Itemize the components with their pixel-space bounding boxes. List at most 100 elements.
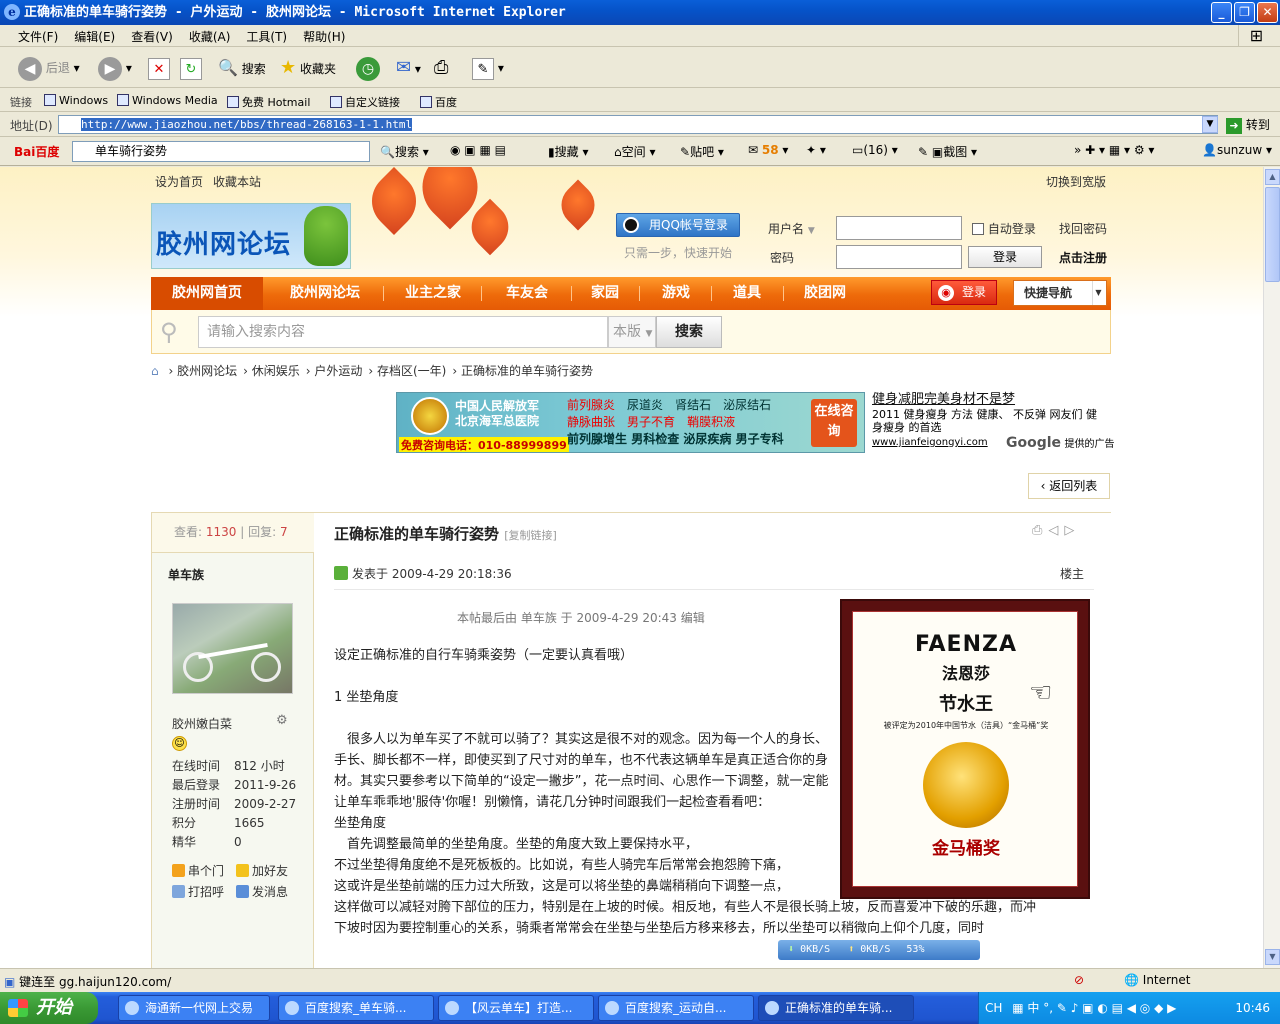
start-button[interactable]: 开始 <box>0 992 98 1024</box>
vertical-scrollbar[interactable]: ▲ ▼ <box>1263 167 1280 968</box>
menu-favorites[interactable]: 收藏(A) <box>181 25 239 45</box>
history-button[interactable]: ◷ <box>356 54 380 82</box>
task-haitong[interactable]: 海通新一代网上交易 <box>118 995 270 1021</box>
author-name[interactable]: 单车族 <box>168 566 204 583</box>
refresh-button[interactable]: ↻ <box>180 54 202 82</box>
scroll-down-icon[interactable]: ▼ <box>1265 949 1280 965</box>
set-homepage-link[interactable]: 设为首页 <box>155 175 203 189</box>
profile-card-icon[interactable]: ⚙ <box>276 713 288 728</box>
baidu-tools-icons[interactable]: ◉ ▣ ▦ ▤ <box>450 143 506 157</box>
stop-button[interactable]: ✕ <box>148 54 170 82</box>
next-thread-icon[interactable]: ▷ <box>1064 523 1080 538</box>
nav-car-club[interactable]: 车友会 <box>489 277 565 310</box>
menu-view[interactable]: 查看(V) <box>123 25 181 45</box>
task-baidu-search-1[interactable]: 百度搜索_单车骑... <box>278 995 434 1021</box>
go-button[interactable]: ➜ 转到 <box>1226 116 1270 134</box>
greet-button[interactable]: 打招呼 <box>172 883 224 900</box>
link-baidu[interactable]: 百度 <box>420 94 457 110</box>
baidu-search-button[interactable]: 🔍搜索 ▾ <box>380 143 429 160</box>
home-icon[interactable]: ⌂ <box>151 364 159 378</box>
nav-games[interactable]: 游戏 <box>647 277 705 310</box>
nav-group-buy[interactable]: 胶团网 <box>791 277 859 310</box>
task-fengyun[interactable]: 【风云单车】打造... <box>438 995 594 1021</box>
breadcrumb-archive[interactable]: 存档区(一年) <box>377 364 446 378</box>
username-label[interactable]: 用户名 ▼ <box>768 220 815 237</box>
edit-button[interactable]: ✎ ▾ <box>472 54 504 82</box>
scroll-thumb[interactable] <box>1265 187 1280 282</box>
baidu-space-button[interactable]: ⌂空间 ▾ <box>614 143 655 160</box>
print-button[interactable]: ⎙ <box>434 54 448 82</box>
link-hotmail[interactable]: 免费 Hotmail <box>227 94 310 110</box>
username-input[interactable] <box>836 216 962 240</box>
weibo-login-button[interactable]: ◉ 登录 <box>931 280 997 305</box>
search-scope-select[interactable]: 本版 ▼ <box>608 316 656 348</box>
minimize-button[interactable]: _ <box>1211 2 1232 23</box>
faenza-ad[interactable]: FAENZA 法恩莎 节水王 ☜ 被评定为2010年中国节水（洁具）“金马桶”奖… <box>840 599 1090 899</box>
nav-home[interactable]: 胶州网首页 <box>151 277 263 310</box>
google-ad[interactable]: 健身减肥完美身材不是梦 2011 健身瘦身 方法 健康、 不反弹 网友们 健身瘦… <box>872 393 1115 453</box>
language-indicator[interactable]: CH <box>985 1001 1002 1015</box>
menu-file[interactable]: 文件(F) <box>10 25 66 45</box>
task-current-page[interactable]: 正确标准的单车骑... <box>758 995 914 1021</box>
baidu-count-button[interactable]: ✉ 58 ▾ <box>748 143 788 157</box>
link-windows-media[interactable]: Windows Media <box>117 94 218 107</box>
nav-owners[interactable]: 业主之家 <box>391 277 475 310</box>
nav-home-space[interactable]: 家园 <box>579 277 631 310</box>
link-custom[interactable]: 自定义链接 <box>330 94 400 110</box>
nav-forum[interactable]: 胶州网论坛 <box>271 277 379 310</box>
menu-edit[interactable]: 编辑(E) <box>66 25 123 45</box>
link-windows[interactable]: Windows <box>44 94 108 107</box>
floor-label[interactable]: 楼主 <box>1060 565 1084 582</box>
address-input[interactable]: http://www.jiaozhou.net/bbs/thread-26816… <box>58 115 1218 134</box>
nav-props[interactable]: 道具 <box>719 277 775 310</box>
back-button[interactable]: ◀ 后退 ▾ <box>18 54 80 82</box>
site-logo[interactable]: 胶州网论坛 <box>151 203 351 269</box>
consult-button[interactable]: 在线咨询 <box>811 399 857 447</box>
hospital-ad-banner[interactable]: 中国人民解放军 北京海军总医院 免费咨询电话：010-88999899 前列腺炎 … <box>396 392 865 453</box>
baidu-user-button[interactable]: 👤sunzuw ▾ <box>1202 143 1272 157</box>
baidu-mail-button[interactable]: ▭(16) ▾ <box>852 143 898 157</box>
close-button[interactable]: ✕ <box>1257 2 1278 23</box>
task-baidu-search-2[interactable]: 百度搜索_运动自... <box>598 995 754 1021</box>
password-input[interactable] <box>836 245 962 269</box>
back-to-list-button[interactable]: ‹ 返回列表 <box>1028 473 1110 499</box>
widescreen-link[interactable]: 切换到宽版 <box>1046 173 1106 190</box>
auto-login-checkbox[interactable]: 自动登录 <box>972 220 1036 237</box>
send-message-button[interactable]: 发消息 <box>236 883 288 900</box>
baidu-favorite-button[interactable]: ▮搜藏 ▾ <box>548 143 588 160</box>
tray-icons[interactable]: ▦ 中 °, ✎ ♪ ▣ ◐ ▤ ◀ ◎ ◆ ▶ <box>1012 1001 1176 1015</box>
restore-button[interactable]: ❐ <box>1234 2 1255 23</box>
avatar[interactable] <box>172 603 293 694</box>
baidu-settings-icons[interactable]: » ✚ ▾ ▦ ▾ ⚙ ▾ <box>1074 143 1154 157</box>
baidu-tieba-button[interactable]: ✎贴吧 ▾ <box>680 143 724 160</box>
copy-link[interactable]: [复制链接] <box>504 529 557 542</box>
quick-nav-button[interactable]: 快捷导航 ▼ <box>1013 280 1107 306</box>
baidu-screenshot-button[interactable]: ✎ ▣截图 ▾ <box>918 143 977 160</box>
breadcrumb-leisure[interactable]: 休闲娱乐 <box>252 364 300 378</box>
favorites-button[interactable]: ★ 收藏夹 <box>280 54 336 82</box>
forum-search-input[interactable]: 请输入搜索内容 <box>198 316 608 348</box>
breadcrumb-forum[interactable]: 胶州网论坛 <box>177 364 237 378</box>
prev-thread-icon[interactable]: ◁ <box>1048 523 1064 538</box>
scroll-up-icon[interactable]: ▲ <box>1265 169 1280 185</box>
baidu-extra-button[interactable]: ✦ ▾ <box>806 143 826 157</box>
forward-button[interactable]: ▶ ▾ <box>98 54 132 82</box>
breadcrumb-outdoor[interactable]: 户外运动 <box>314 364 362 378</box>
mail-button[interactable]: ✉ ▾ <box>396 54 421 82</box>
search-button[interactable]: 🔍 搜索 <box>218 54 266 82</box>
baidu-search-input[interactable]: 单车骑行姿势 <box>72 141 370 162</box>
login-button[interactable]: 登录 <box>968 246 1042 268</box>
menu-help[interactable]: 帮助(H) <box>295 25 353 45</box>
forum-search-button[interactable]: 搜索 <box>656 316 722 348</box>
popup-blocker-icon[interactable]: ⊘ <box>1074 973 1084 987</box>
register-link[interactable]: 点击注册 <box>1059 249 1107 266</box>
add-friend-button[interactable]: 加好友 <box>236 862 288 879</box>
bookmark-link[interactable]: 收藏本站 <box>213 175 261 189</box>
menu-tools[interactable]: 工具(T) <box>238 25 295 45</box>
qq-login-button[interactable]: 用QQ帐号登录 <box>616 213 740 237</box>
visit-button[interactable]: 串个门 <box>172 862 224 879</box>
download-speed-bar[interactable]: ⬇ 0KB/S ⬆ 0KB/S 53% <box>778 940 980 960</box>
print-icon[interactable]: ⎙ <box>1032 523 1048 538</box>
find-password-link[interactable]: 找回密码 <box>1059 220 1107 237</box>
address-dropdown-icon[interactable]: ▼ <box>1202 116 1218 133</box>
